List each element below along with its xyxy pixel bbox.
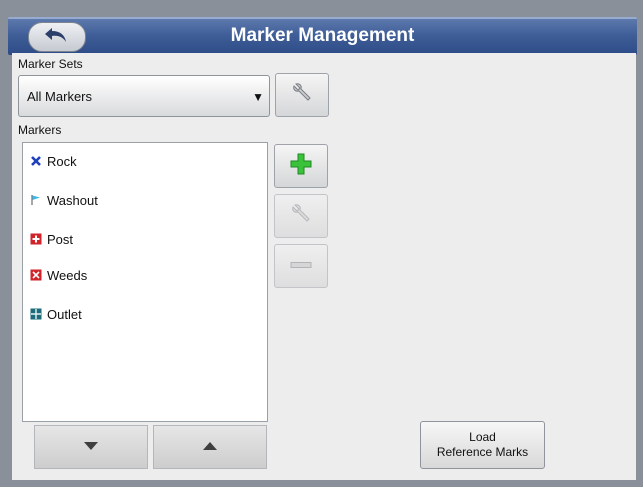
add-marker-button[interactable] [274,144,328,188]
marker-label: Weeds [47,267,88,283]
blue-x-icon [25,155,47,167]
dropdown-triangle-icon: ▼ [252,90,264,104]
list-item[interactable]: Weeds [23,260,267,290]
window-frame: Marker Management Marker Sets All Marker… [0,0,643,487]
marker-label: Outlet [47,306,82,322]
list-item[interactable]: Post [23,224,267,254]
red-x-box-icon [25,269,47,281]
teal-grid-icon [25,308,47,320]
load-reference-marks-button[interactable]: Load Reference Marks [420,421,545,469]
marker-label: Post [47,231,74,247]
marker-sets-label: Marker Sets [18,57,83,71]
marker-set-selected: All Markers [27,89,93,104]
list-item[interactable]: Rock [23,146,267,176]
edit-marker-set-button[interactable] [275,73,329,117]
wrench-icon [289,80,315,111]
list-item[interactable]: Washout [23,185,267,215]
load-button-line1: Load [469,430,496,444]
edit-marker-button[interactable] [274,194,328,238]
title-bar: Marker Management [8,17,637,55]
back-button[interactable] [28,22,86,52]
marker-list[interactable]: Rock Washout Post Weeds Outlet [22,142,268,422]
chevron-down-icon [83,438,99,456]
marker-label: Washout [47,192,98,208]
markers-label: Markers [18,123,62,137]
load-button-line2: Reference Marks [436,445,529,459]
chevron-up-icon [202,438,218,456]
remove-marker-button[interactable] [274,244,328,288]
green-plus-icon [289,152,313,181]
marker-label: Rock [47,153,77,169]
scroll-down-button[interactable] [34,425,148,469]
wrench-icon [288,201,314,232]
flag-icon [25,194,47,206]
scroll-up-button[interactable] [153,425,267,469]
list-item[interactable]: Outlet [23,299,267,329]
minus-icon [289,257,313,275]
back-arrow-icon [42,25,72,50]
red-cross-icon [25,233,47,245]
page-title: Marker Management [230,25,415,46]
marker-set-dropdown[interactable]: All Markers ▼ [18,75,270,117]
